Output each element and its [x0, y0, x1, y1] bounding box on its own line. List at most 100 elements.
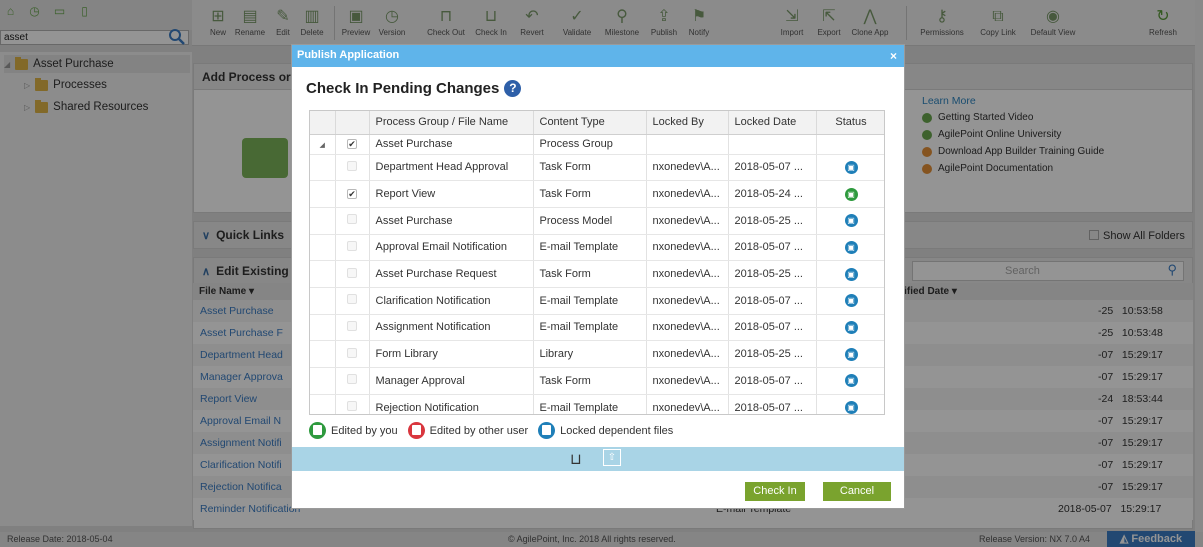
expand-cell: [310, 234, 336, 262]
row-checkbox[interactable]: [347, 401, 357, 412]
lock-blue-icon: [538, 422, 556, 439]
cell-date: [728, 134, 817, 155]
column-header-name[interactable]: Process Group / File Name: [369, 111, 534, 135]
checkbox-column-header: [335, 111, 370, 135]
collapse-caret-icon[interactable]: ◢: [320, 142, 325, 149]
expand-cell: [310, 314, 336, 342]
table-row[interactable]: Approval Email Notification E-mail Templa…: [310, 234, 884, 262]
cell-date: 2018-05-25 ...: [728, 340, 817, 368]
table-row[interactable]: Asset Purchase Process Model nxonedev\A...…: [310, 207, 884, 235]
table-row[interactable]: Department Head Approval Task Form nxonede…: [310, 154, 884, 182]
column-header-locked-date[interactable]: Locked Date: [728, 111, 817, 135]
table-row[interactable]: Manager Approval Task Form nxonedev\A... 20…: [310, 367, 884, 395]
dialog-heading: Check In Pending Changes?: [306, 80, 522, 97]
expand-cell: [310, 287, 336, 315]
status-cell: ▣: [816, 180, 884, 208]
column-header-locked-by[interactable]: Locked By: [646, 111, 729, 135]
expand-cell: [310, 394, 336, 414]
cell-name: Asset Purchase: [369, 134, 534, 155]
cell-name: Clarification Notification: [369, 287, 534, 315]
lock-green-icon: ▣: [844, 187, 858, 201]
cell-by: nxonedev\A...: [646, 394, 729, 414]
cell-by: nxonedev\A...: [646, 180, 729, 208]
table-row[interactable]: Assignment Notification E-mail Template nx…: [310, 314, 884, 342]
cell-date: 2018-05-24 ...: [728, 180, 817, 208]
cell-by: [646, 134, 729, 155]
column-header-status[interactable]: Status: [816, 111, 884, 135]
publish-icon[interactable]: ⇧: [603, 449, 621, 466]
lock-blue-icon: ▣: [844, 401, 858, 414]
table-row[interactable]: Rejection Notification E-mail Template nxo…: [310, 394, 884, 414]
cell-date: 2018-05-07 ...: [728, 394, 817, 414]
row-checkbox[interactable]: [347, 214, 357, 225]
lock-blue-icon: ▣: [844, 294, 858, 308]
table-header-row: Process Group / File Name Content Type L…: [310, 111, 884, 135]
cell-name: Rejection Notification: [369, 394, 534, 414]
row-checkbox[interactable]: [347, 374, 357, 385]
column-header-content-type[interactable]: Content Type: [533, 111, 647, 135]
status-cell: ▣: [816, 234, 884, 262]
cell-by: nxonedev\A...: [646, 260, 729, 288]
checkbox-cell: [335, 207, 370, 235]
expand-cell: [310, 207, 336, 235]
app-window: ⌂ ◷ ▭ ▯ asset ◢ Asset Purchase ▷ Processes…: [0, 0, 1203, 547]
cell-name: Department Head Approval: [369, 154, 534, 182]
expand-cell[interactable]: ◢: [310, 134, 336, 155]
dialog-title: Publish Application: [297, 49, 400, 61]
cell-date: 2018-05-07 ...: [728, 234, 817, 262]
table-row[interactable]: Form Library Library nxonedev\A... 2018-05-…: [310, 340, 884, 368]
expand-cell: [310, 260, 336, 288]
cancel-button[interactable]: Cancel: [823, 482, 891, 501]
cell-by: nxonedev\A...: [646, 340, 729, 368]
row-checkbox[interactable]: [347, 267, 357, 278]
lock-blue-icon: ▣: [844, 160, 858, 174]
checkbox-cell: [335, 314, 370, 342]
expand-cell: [310, 154, 336, 182]
lock-blue-icon: ▣: [844, 320, 858, 334]
cell-name: Report View: [369, 180, 534, 208]
heading-text: Check In Pending Changes: [306, 80, 500, 97]
row-checkbox[interactable]: [347, 294, 357, 305]
cell-by: nxonedev\A...: [646, 207, 729, 235]
cell-type: Library: [533, 340, 647, 368]
table-row[interactable]: Clarification Notification E-mail Templat…: [310, 287, 884, 315]
status-cell: [816, 134, 884, 155]
cell-type: E-mail Template: [533, 314, 647, 342]
checkbox-cell: [335, 234, 370, 262]
row-checkbox[interactable]: [347, 160, 357, 171]
cell-by: nxonedev\A...: [646, 367, 729, 395]
row-checkbox[interactable]: ✔: [347, 139, 357, 149]
legend-label: Edited by other user: [429, 424, 529, 437]
status-cell: ▣: [816, 287, 884, 315]
status-cell: ▣: [816, 314, 884, 342]
cell-name: Asset Purchase Request: [369, 260, 534, 288]
cell-date: 2018-05-07 ...: [728, 154, 817, 182]
table-row[interactable]: ◢ ✔ Asset Purchase Process Group: [310, 134, 884, 155]
cell-by: nxonedev\A...: [646, 234, 729, 262]
help-icon[interactable]: ?: [504, 80, 522, 97]
publish-application-dialog: Publish Application × Check In Pending Ch…: [291, 44, 905, 509]
table-row[interactable]: Asset Purchase Request Task Form nxonedev\…: [310, 260, 884, 288]
row-checkbox[interactable]: [347, 240, 357, 251]
lock-blue-icon: ▣: [844, 267, 858, 281]
cell-type: Task Form: [533, 154, 647, 182]
checkbox-cell: [335, 367, 370, 395]
cell-date: 2018-05-25 ...: [728, 207, 817, 235]
check-in-button[interactable]: Check In: [745, 482, 805, 501]
status-cell: ▣: [816, 260, 884, 288]
check-in-icon[interactable]: ⊔: [570, 450, 582, 468]
expand-cell: [310, 367, 336, 395]
row-checkbox[interactable]: ✔: [347, 189, 357, 200]
table-body: ◢ ✔ Asset Purchase Process Group Department …: [310, 134, 884, 414]
lock-blue-icon: ▣: [844, 214, 858, 228]
lock-blue-icon: ▣: [844, 374, 858, 388]
table-row[interactable]: ✔ Report View Task Form nxonedev\A... 2018-0…: [310, 180, 884, 208]
row-checkbox[interactable]: [347, 320, 357, 331]
checkbox-cell: [335, 340, 370, 368]
checkbox-cell: ✔: [335, 134, 370, 155]
close-icon[interactable]: ×: [890, 49, 897, 63]
cell-type: Task Form: [533, 180, 647, 208]
cell-name: Manager Approval: [369, 367, 534, 395]
row-checkbox[interactable]: [347, 347, 357, 358]
expand-cell: [310, 180, 336, 208]
